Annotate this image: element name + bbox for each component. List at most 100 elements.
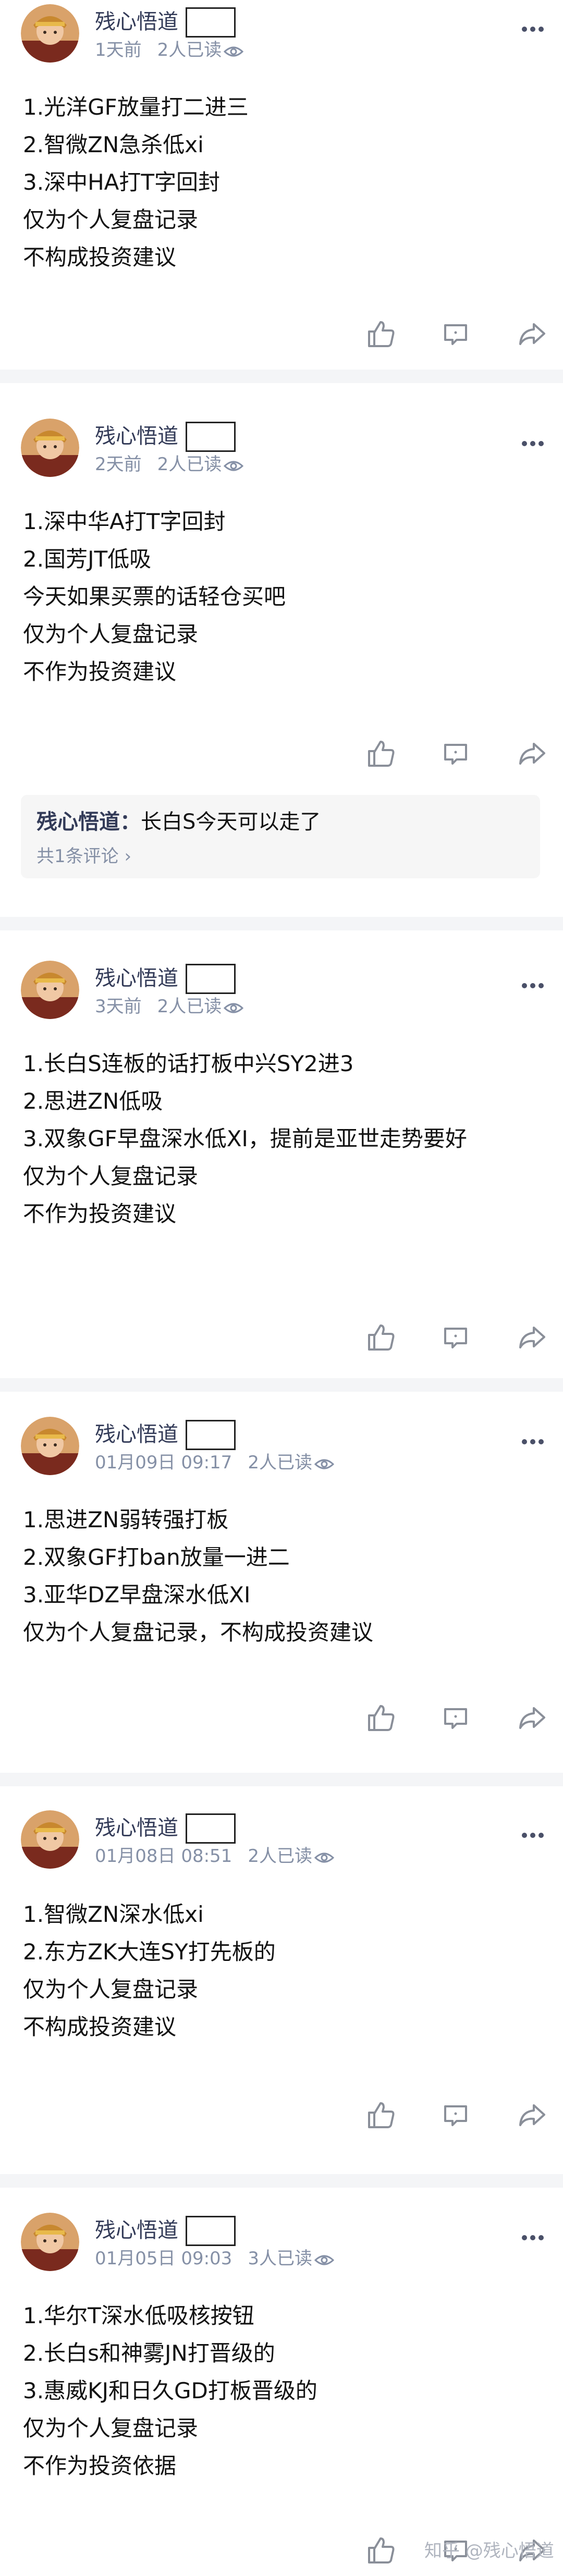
post-body: 1.深中华A打T字回封 2.国芳JT低吸 今天如果买票的话轻仓买吧 仅为个人复盘… [0,446,563,691]
read-count: 2人已读 [248,1846,312,1867]
like-icon[interactable] [365,1321,396,1353]
like-icon[interactable] [365,318,396,349]
post-header: 残心悟道 01月05日 09:03 3人已读 [0,2209,563,2271]
post-actions [0,1697,563,1744]
post-time: 1天前 [95,40,142,60]
post-line: 2.国芳JT低吸 [23,546,152,572]
post-line: 1.深中华A打T字回封 [23,509,226,534]
post-time: 2天前 [95,454,142,475]
comment-icon[interactable] [440,1702,471,1733]
post-actions [0,1316,563,1363]
post-line: 仅为个人复盘记录 [23,207,199,232]
post-header: 残心悟道 3天前 2人已读 [0,956,563,1019]
post-line: 3.深中HA打T字回封 [23,169,221,195]
eye-icon [314,2251,335,2272]
post-line: 1.长白S连板的话打板中兴SY2进3 [23,1051,354,1076]
comment-icon[interactable] [440,1321,471,1353]
post-line: 2.东方ZK大连SY打先板的 [23,1939,276,1965]
post-line: 仅为个人复盘记录 [23,621,199,647]
post-meta: 3天前 2人已读 [95,996,244,1020]
share-icon[interactable] [516,2099,547,2130]
author-name[interactable]: 残心悟道 [95,2218,178,2243]
post-line: 不作为投资依据 [23,2453,177,2479]
more-icon[interactable] [520,2232,545,2243]
author-name[interactable]: 残心悟道 [95,1816,178,1841]
post-meta: 01月09日 09:17 2人已读 [95,1452,335,1476]
share-icon[interactable] [516,318,547,349]
post-line: 仅为个人复盘记录 [23,1977,199,2002]
comment-preview[interactable]: 残心悟道：长白S今天可以走了 共1条评论 › [21,795,540,878]
post-meta: 1天前 2人已读 [95,40,244,64]
comment-author[interactable]: 残心悟道： [36,810,141,834]
moments-feed: 残心悟道 1天前 2人已读 1.光洋GF放量打二进三 2.智微ZN急杀低xi 3.… [0,0,563,2571]
post-header: 残心悟道 01月09日 09:17 2人已读 [0,1413,563,1475]
read-count: 3人已读 [248,2248,312,2269]
separator [0,917,563,930]
post-line: 不构成投资建议 [23,2014,177,2040]
comment-icon[interactable] [440,318,471,349]
separator [0,370,563,383]
post-card: 残心悟道 01月09日 09:17 2人已读 1.思进ZN弱转强打板 2.双象GF… [0,1392,563,1786]
watermark: 知乎 @残心悟道 [424,2541,554,2561]
share-icon[interactable] [516,1702,547,1733]
post-body: 1.长白S连板的话打板中兴SY2进3 2.思进ZN低吸 3.双象GF早盘深水低X… [0,993,563,1233]
comment-icon[interactable] [440,2099,471,2130]
post-line: 1.光洋GF放量打二进三 [23,94,249,120]
post-card: 残心悟道 1天前 2人已读 1.光洋GF放量打二进三 2.智微ZN急杀低xi 3.… [0,0,563,383]
read-count: 2人已读 [157,454,222,475]
comment-count-link[interactable]: 共1条评论 › [36,845,524,868]
more-icon[interactable] [520,438,545,449]
more-icon[interactable] [520,1437,545,1447]
post-actions [0,732,563,779]
author-name[interactable]: 残心悟道 [95,966,178,991]
more-icon[interactable] [520,24,545,34]
read-count: 2人已读 [157,40,222,60]
avatar[interactable] [21,961,79,1019]
post-actions [0,313,563,360]
author-name[interactable]: 残心悟道 [95,1422,178,1447]
avatar[interactable] [21,1810,79,1869]
author-name[interactable]: 残心悟道 [95,9,178,34]
post-line: 今天如果买票的话轻仓买吧 [23,584,286,609]
like-icon[interactable] [365,2534,396,2566]
redaction-box [186,2216,236,2246]
avatar[interactable] [21,2213,79,2271]
post-card: 残心悟道 01月05日 09:03 3人已读 1.华尔T深水低吸核按钮 2.长白s… [0,2188,563,2571]
eye-icon [224,43,244,64]
post-line: 2.长白s和神雾JN打晋级的 [23,2340,275,2366]
separator [0,1773,563,1786]
post-line: 仅为个人复盘记录 [23,1163,199,1189]
post-line: 仅为个人复盘记录 [23,2415,199,2441]
post-line: 2.双象GF打ban放量一进二 [23,1544,290,1570]
redaction-box [186,422,236,452]
avatar[interactable] [21,419,79,477]
share-icon[interactable] [516,1321,547,1353]
post-line: 3.惠威KJ和日久GD打板晋级的 [23,2378,317,2403]
post-body: 1.华尔T深水低吸核按钮 2.长白s和神雾JN打晋级的 3.惠威KJ和日久GD打… [0,2250,563,2485]
post-meta: 01月08日 08:51 2人已读 [95,1846,335,1870]
redaction-box [186,1420,236,1450]
redaction-box [186,964,236,994]
more-icon[interactable] [520,1830,545,1841]
post-time: 3天前 [95,996,142,1017]
redaction-box [186,1813,236,1844]
separator [0,1378,563,1392]
post-line: 不作为投资建议 [23,659,177,684]
post-header: 残心悟道 1天前 2人已读 [0,0,563,63]
redaction-box [186,7,236,38]
like-icon[interactable] [365,738,396,769]
share-icon[interactable] [516,738,547,769]
post-line: 不构成投资建议 [23,244,177,270]
eye-icon [224,999,244,1020]
like-icon[interactable] [365,2099,396,2130]
author-name[interactable]: 残心悟道 [95,424,178,449]
post-actions [0,2094,563,2141]
post-card: 残心悟道 01月08日 08:51 2人已读 1.智微ZN深水低xi 2.东方ZK… [0,1786,563,2188]
like-icon[interactable] [365,1702,396,1733]
more-icon[interactable] [520,980,545,991]
post-line: 不作为投资建议 [23,1201,177,1226]
comment-icon[interactable] [440,738,471,769]
avatar[interactable] [21,1417,79,1475]
avatar[interactable] [21,4,79,63]
post-line: 3.亚华DZ早盘深水低XI [23,1582,251,1608]
